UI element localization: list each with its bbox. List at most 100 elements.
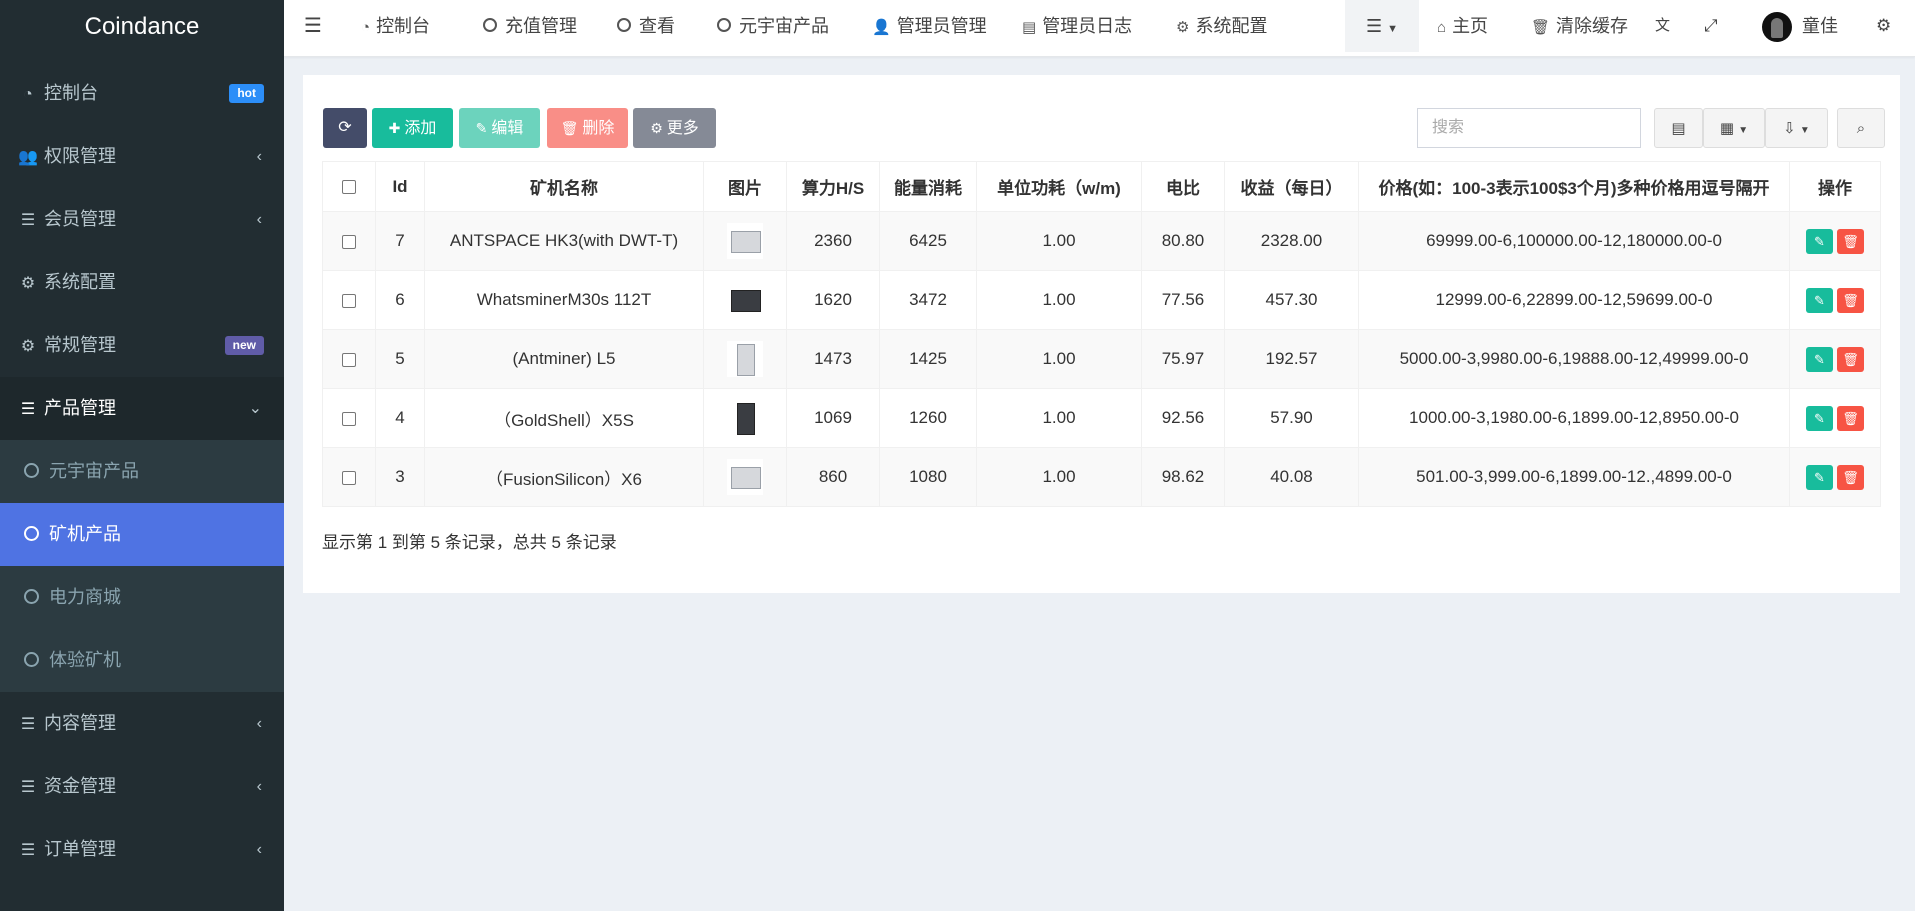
tab-admin[interactable]: 👤 管理员管理	[872, 0, 987, 52]
table-row: 3 （FusionSilicon）X6 860 1080 1.00 98.62 …	[322, 447, 1881, 507]
chevron-left-icon: ‹	[256, 715, 262, 732]
row-delete-button[interactable]: 🗑	[1837, 464, 1864, 490]
submenu-item-miners[interactable]: 矿机产品	[0, 503, 284, 566]
search-input[interactable]	[1417, 108, 1641, 148]
search-button[interactable]: ⌕	[1837, 108, 1885, 148]
col-unit-power[interactable]: 单位功耗（w/m)	[976, 161, 1142, 212]
chevron-left-icon: ‹	[256, 778, 262, 795]
brand-logo[interactable]: Coindance	[0, 0, 284, 54]
miner-thumbnail[interactable]	[727, 459, 763, 495]
columns-button[interactable]: ▦ ▼	[1703, 108, 1765, 148]
edit-label: 编辑	[491, 120, 524, 137]
sidebar-item-system-config[interactable]: ⚙ 系统配置	[0, 251, 284, 314]
toggle-view-button[interactable]: ▤	[1654, 108, 1703, 148]
pencil-icon: ✎	[1814, 292, 1825, 308]
row-edit-button[interactable]: ✎	[1806, 228, 1833, 254]
sidebar-item-content[interactable]: ☰ 内容管理 ‹	[0, 692, 284, 755]
home-link[interactable]: ⌂ 主页	[1437, 0, 1488, 52]
col-name[interactable]: 矿机名称	[424, 161, 704, 212]
sidebar-item-dashboard[interactable]: ◔ 控制台 hot	[0, 62, 284, 125]
add-button[interactable]: ✚ 添加	[372, 108, 453, 148]
sidebar-item-permissions[interactable]: 👥 权限管理 ‹	[0, 125, 284, 188]
row-delete-button[interactable]: 🗑	[1837, 346, 1864, 372]
row-checkbox[interactable]	[342, 352, 356, 367]
table-row: 5 (Antminer) L5 1473 1425 1.00 75.97 192…	[322, 329, 1881, 389]
more-button[interactable]: ⚙ 更多	[633, 108, 716, 148]
hot-badge: hot	[229, 84, 264, 103]
tabs-dropdown-button[interactable]: ☰ ▼	[1345, 0, 1419, 52]
sidebar-menu-lower: ☰ 内容管理 ‹ ☰ 资金管理 ‹ ☰ 订单管理 ‹	[0, 692, 284, 881]
user-menu[interactable]: 童佳	[1762, 0, 1838, 52]
translate-icon[interactable]: 文	[1655, 0, 1670, 52]
sidebar-item-label: 资金管理	[44, 776, 116, 796]
miner-thumbnail[interactable]	[727, 400, 763, 436]
row-edit-button[interactable]: ✎	[1806, 405, 1833, 431]
pencil-icon: ✎	[1814, 410, 1825, 426]
submenu-item-label: 元宇宙产品	[49, 461, 139, 481]
edit-button[interactable]: ✎ 编辑	[459, 108, 540, 148]
tab-admin-log[interactable]: ▤ 管理员日志	[1022, 0, 1132, 52]
col-energy[interactable]: 能量消耗	[879, 161, 977, 212]
row-edit-button[interactable]: ✎	[1806, 346, 1833, 372]
col-price[interactable]: 价格(如：100-3表示100$3个月)多种价格用逗号隔开	[1358, 161, 1790, 212]
menu-toggle-icon[interactable]: ☰	[304, 0, 322, 52]
sidebar-item-products[interactable]: ☰ 产品管理 ⌄	[0, 377, 284, 440]
sidebar: Coindance ◔ 控制台 hot 👥 权限管理 ‹ ☰ 会员管理 ‹ ⚙ 系统配置…	[0, 0, 284, 911]
col-id[interactable]: Id	[375, 161, 425, 212]
tab-view[interactable]: 查看	[617, 0, 675, 52]
col-hashrate[interactable]: 算力H/S	[786, 161, 880, 212]
settings-gears-icon[interactable]: ⚙	[1876, 0, 1891, 52]
cell-id: 6	[375, 270, 425, 330]
row-delete-button[interactable]: 🗑	[1837, 287, 1864, 313]
row-checkbox[interactable]	[342, 470, 356, 485]
submenu-item-trial-miner[interactable]: 体验矿机	[0, 629, 284, 692]
tab-dashboard[interactable]: ◔ 控制台	[361, 0, 430, 52]
cell-id: 7	[375, 211, 425, 271]
cell-income: 457.30	[1224, 270, 1359, 330]
miner-thumbnail[interactable]	[727, 282, 763, 318]
row-edit-button[interactable]: ✎	[1806, 287, 1833, 313]
row-delete-button[interactable]: 🗑	[1837, 405, 1864, 431]
sidebar-item-label: 会员管理	[44, 209, 116, 229]
caret-down-icon: ▼	[1799, 125, 1810, 136]
delete-label: 删除	[582, 120, 615, 137]
submenu-item-power-mall[interactable]: 电力商城	[0, 566, 284, 629]
col-income[interactable]: 收益（每日）	[1224, 161, 1359, 212]
tab-system-config[interactable]: ⚙ 系统配置	[1176, 0, 1267, 52]
cell-price: 69999.00-6,100000.00-12,180000.00-0	[1358, 211, 1790, 271]
cell-energy: 1260	[879, 388, 977, 448]
col-ratio[interactable]: 电比	[1141, 161, 1225, 212]
cell-name: (Antminer) L5	[424, 329, 704, 389]
pencil-icon: ✎	[475, 120, 488, 136]
cell-hashrate: 1620	[786, 270, 880, 330]
row-delete-button[interactable]: 🗑	[1837, 228, 1864, 254]
user-icon: 👤	[872, 19, 891, 36]
row-edit-button[interactable]: ✎	[1806, 464, 1833, 490]
refresh-icon: ⟳	[338, 119, 352, 136]
select-all-checkbox[interactable]	[342, 180, 356, 195]
tab-metaverse[interactable]: 元宇宙产品	[717, 0, 829, 52]
tab-recharge[interactable]: 充值管理	[483, 0, 577, 52]
grid-icon: ▦	[1719, 120, 1735, 137]
row-checkbox[interactable]	[342, 411, 356, 426]
sidebar-item-members[interactable]: ☰ 会员管理 ‹	[0, 188, 284, 251]
refresh-button[interactable]: ⟳	[323, 108, 367, 148]
table-row: 4 （GoldShell）X5S 1069 1260 1.00 92.56 57…	[322, 388, 1881, 448]
sidebar-item-orders[interactable]: ☰ 订单管理 ‹	[0, 818, 284, 881]
row-checkbox[interactable]	[342, 234, 356, 249]
export-button[interactable]: ⇩ ▼	[1765, 108, 1828, 148]
fullscreen-icon[interactable]: ⤢	[1704, 0, 1718, 52]
miner-thumbnail[interactable]	[727, 341, 763, 377]
submenu-item-metaverse[interactable]: 元宇宙产品	[0, 440, 284, 503]
sidebar-item-general[interactable]: ⚙ 常规管理 new	[0, 314, 284, 377]
delete-button[interactable]: 🗑 删除	[547, 108, 628, 148]
trash-icon: 🗑	[1842, 292, 1859, 308]
cell-ratio: 75.97	[1141, 329, 1225, 389]
trash-icon: 🗑	[1531, 19, 1551, 36]
sidebar-item-funds[interactable]: ☰ 资金管理 ‹	[0, 755, 284, 818]
miner-thumbnail[interactable]	[727, 223, 763, 259]
cell-price: 501.00-3,999.00-6,1899.00-12.,4899.00-0	[1358, 447, 1790, 507]
circle-icon	[24, 652, 39, 667]
clear-cache-button[interactable]: 🗑 清除缓存	[1531, 0, 1628, 52]
row-checkbox[interactable]	[342, 293, 356, 308]
